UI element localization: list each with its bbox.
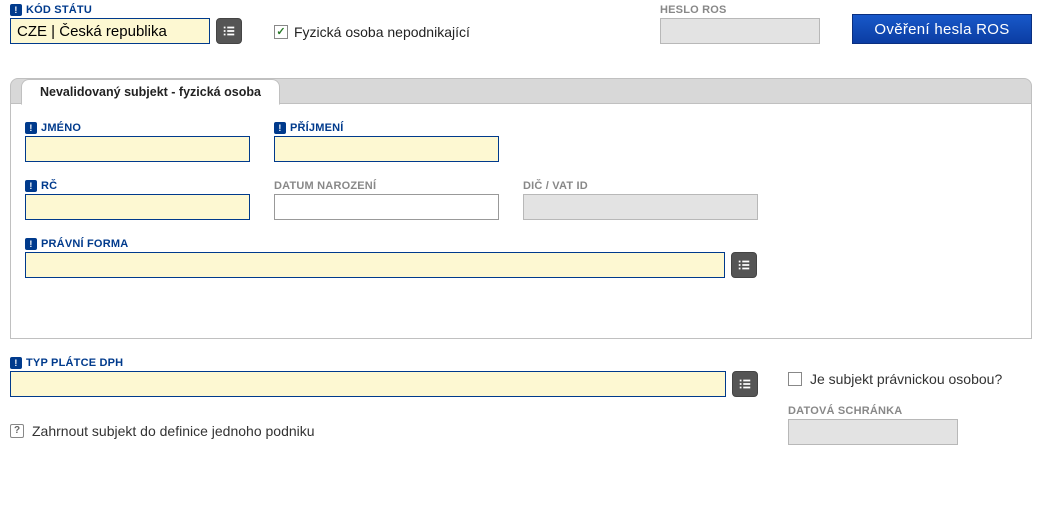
required-icon: !	[25, 238, 37, 250]
je-pravnicka-label: Je subjekt právnickou osobou?	[810, 371, 1002, 387]
datum-narozeni-label: DATUM NAROZENÍ	[274, 180, 499, 192]
jmeno-label: ! JMÉNO	[25, 122, 250, 134]
datova-schranka-field: DATOVÁ SCHRÁNKA	[788, 405, 1032, 445]
heslo-ros-input[interactable]	[660, 18, 820, 44]
typ-platce-picker-button[interactable]	[732, 371, 758, 397]
jmeno-input[interactable]	[25, 136, 250, 162]
kod-statu-input[interactable]	[10, 18, 210, 44]
dic-input[interactable]	[523, 194, 758, 220]
overeni-hesla-button[interactable]: Ověření hesla ROS	[852, 14, 1032, 44]
tab-nevalidovany-subjekt[interactable]: Nevalidovaný subjekt - fyzická osoba	[21, 79, 280, 105]
heslo-ros-field: HESLO ROS	[660, 4, 820, 44]
help-icon[interactable]: ?	[10, 424, 24, 438]
pravni-forma-field: ! PRÁVNÍ FORMA	[25, 238, 1017, 278]
prijmeni-label: ! PŘÍJMENÍ	[274, 122, 499, 134]
rc-input[interactable]	[25, 194, 250, 220]
tab-strip: Nevalidovaný subjekt - fyzická osoba	[10, 78, 1032, 104]
typ-platce-input[interactable]	[10, 371, 726, 397]
heslo-ros-label: HESLO ROS	[660, 4, 820, 16]
dic-label: DIČ / VAT ID	[523, 180, 758, 192]
jmeno-field: ! JMÉNO	[25, 122, 250, 162]
dic-field: DIČ / VAT ID	[523, 180, 758, 220]
typ-platce-label: ! TYP PLÁTCE DPH	[10, 357, 758, 369]
kod-statu-picker-button[interactable]	[216, 18, 242, 44]
list-icon	[738, 377, 752, 391]
list-icon	[222, 24, 236, 38]
datova-schranka-input[interactable]	[788, 419, 958, 445]
pravni-forma-input[interactable]	[25, 252, 725, 278]
required-icon: !	[274, 122, 286, 134]
kod-statu-field: ! KÓD STÁTU	[10, 4, 242, 44]
required-icon: !	[10, 4, 22, 16]
fyzicka-osoba-checkbox-row: ✓ Fyzická osoba nepodnikající	[274, 24, 470, 40]
required-icon: !	[10, 357, 22, 369]
datum-narozeni-field: DATUM NAROZENÍ	[274, 180, 499, 220]
required-icon: !	[25, 122, 37, 134]
zahrnout-row: ? Zahrnout subjekt do definice jednoho p…	[10, 423, 758, 439]
zahrnout-label: Zahrnout subjekt do definice jednoho pod…	[32, 423, 315, 439]
datum-narozeni-input[interactable]	[274, 194, 499, 220]
je-pravnicka-row: ✓ Je subjekt právnickou osobou?	[788, 371, 1032, 387]
prijmeni-input[interactable]	[274, 136, 499, 162]
prijmeni-field: ! PŘÍJMENÍ	[274, 122, 499, 162]
rc-field: ! RČ	[25, 180, 250, 220]
fyzicka-osoba-label: Fyzická osoba nepodnikající	[294, 24, 470, 40]
rc-label: ! RČ	[25, 180, 250, 192]
required-icon: !	[25, 180, 37, 192]
pravni-forma-picker-button[interactable]	[731, 252, 757, 278]
typ-platce-field: ! TYP PLÁTCE DPH	[10, 357, 758, 397]
pravni-forma-label: ! PRÁVNÍ FORMA	[25, 238, 1017, 250]
je-pravnicka-checkbox[interactable]: ✓	[788, 372, 802, 386]
form-panel: ! JMÉNO ! PŘÍJMENÍ ! RČ DATUM NAROZENÍ	[10, 104, 1032, 339]
list-icon	[737, 258, 751, 272]
kod-statu-label: ! KÓD STÁTU	[10, 4, 242, 16]
fyzicka-osoba-checkbox[interactable]: ✓	[274, 25, 288, 39]
datova-schranka-label: DATOVÁ SCHRÁNKA	[788, 405, 1032, 417]
